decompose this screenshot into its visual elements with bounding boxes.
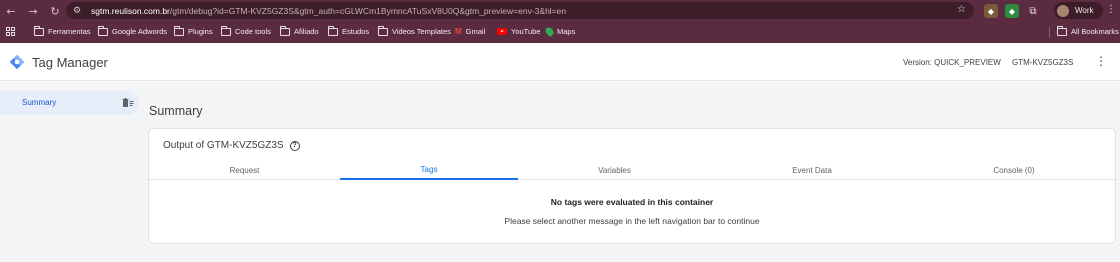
avatar [1057, 4, 1069, 17]
gmail-icon: M [455, 27, 462, 36]
bookmark-star-icon[interactable]: ☆ [957, 4, 966, 15]
forward-icon[interactable]: → [22, 0, 44, 22]
url-path: /gtm/debug?id=GTM-KVZ5GZ3S&gtm_auth=cGLW… [169, 5, 567, 16]
profile-label: Work [1075, 6, 1094, 15]
folder-icon [328, 25, 338, 36]
puzzle-icon[interactable]: ⧉ [1026, 4, 1040, 18]
bookmark-label: Maps [557, 27, 576, 36]
reload-icon[interactable]: ↻ [44, 0, 66, 22]
bookmark-estudos[interactable]: Estudos [328, 25, 370, 36]
bookmark-videos-templates[interactable]: Videos Templates [378, 25, 451, 36]
app-header: Tag Manager Version: QUICK_PREVIEW GTM-K… [0, 43, 1120, 81]
bookmark-plugins[interactable]: Plugins [174, 25, 213, 36]
page-title: Summary [149, 104, 203, 118]
tab-console[interactable]: Console (0) [913, 161, 1115, 180]
folder-icon [280, 25, 290, 36]
folder-icon [34, 25, 44, 36]
folder-icon [221, 25, 231, 36]
tab-tags[interactable]: Tags [340, 161, 518, 180]
bookmark-label: Afiliado [294, 27, 319, 36]
all-bookmarks[interactable]: All Bookmarks [1057, 25, 1119, 36]
bookmark-label: Gmail [465, 27, 486, 36]
bookmark-label: All Bookmarks [1071, 27, 1119, 36]
folder-icon [174, 25, 184, 36]
app-title: Tag Manager [32, 55, 108, 70]
folder-icon [1057, 25, 1067, 36]
bookmark-ferramentas[interactable]: Ferramentas [34, 25, 91, 36]
sidebar-item-label: Summary [22, 98, 57, 107]
youtube-icon [497, 28, 507, 35]
bookmark-label: YouTube [511, 27, 541, 36]
address-bar[interactable]: ⚙ sgtm.reulison.com.br/gtm/debug?id=GTM-… [66, 2, 974, 19]
empty-state-title: No tags were evaluated in this container [550, 197, 714, 207]
clear-list-icon[interactable] [122, 97, 134, 109]
browser-toolbar: ← → ↻ ⚙ sgtm.reulison.com.br/gtm/debug?i… [0, 0, 1120, 22]
bookmark-google-adwords[interactable]: Google Adwords [98, 25, 168, 36]
bookmark-label: Google Adwords [112, 27, 168, 36]
bookmark-code-tools[interactable]: Code tools [221, 25, 271, 36]
bookmark-gmail[interactable]: M Gmail [455, 27, 485, 36]
tab-request[interactable]: Request [149, 161, 340, 180]
extension-icon[interactable]: ◆ [984, 4, 998, 18]
tab-variables[interactable]: Variables [518, 161, 711, 180]
card-title: Output of GTM-KVZ5GZ3S ? [163, 140, 300, 151]
browser-menu-icon[interactable]: ⋮ [1106, 4, 1116, 15]
container-id: GTM-KVZ5GZ3S [1012, 58, 1074, 67]
version-label: Version: QUICK_PREVIEW [903, 58, 1001, 67]
bookmark-label: Videos Templates [392, 27, 451, 36]
help-icon[interactable]: ? [289, 140, 300, 151]
tag-manager-logo-icon [9, 54, 25, 70]
tab-bar: Request Tags Variables Event Data Consol… [149, 161, 1115, 180]
card-title-text: Output of GTM-KVZ5GZ3S [163, 140, 284, 151]
empty-state-subtitle: Please select another message in the lef… [504, 216, 760, 226]
url-host: sgtm.reulison.com.br [91, 5, 170, 16]
bookmark-afiliado[interactable]: Afiliado [280, 25, 319, 36]
more-vert-icon[interactable]: ⋮ [1095, 54, 1107, 68]
folder-icon [98, 25, 108, 36]
bookmark-label: Estudos [342, 27, 370, 36]
maps-icon [543, 25, 556, 38]
back-icon[interactable]: ← [0, 0, 22, 22]
apps-grid-icon[interactable] [6, 27, 15, 36]
bookmark-label: Ferramentas [48, 27, 91, 36]
bookmark-label: Code tools [235, 27, 271, 36]
tab-event-data[interactable]: Event Data [711, 161, 913, 180]
bookmark-youtube[interactable]: YouTube [497, 27, 540, 36]
bookmarks-bar: Ferramentas Google Adwords Plugins Code … [0, 22, 1120, 43]
bookmark-label: Plugins [188, 27, 213, 36]
folder-icon [378, 25, 388, 36]
sidebar-item-summary[interactable]: Summary [0, 91, 139, 115]
bookmark-maps[interactable]: Maps [543, 25, 576, 38]
profile-button[interactable]: Work [1054, 2, 1103, 19]
extension-icon[interactable]: ◆ [1005, 4, 1019, 18]
site-info-icon[interactable]: ⚙ [73, 6, 87, 16]
output-card: Output of GTM-KVZ5GZ3S ? Request Tags Va… [148, 128, 1116, 244]
bookmarks-divider [1049, 27, 1050, 38]
